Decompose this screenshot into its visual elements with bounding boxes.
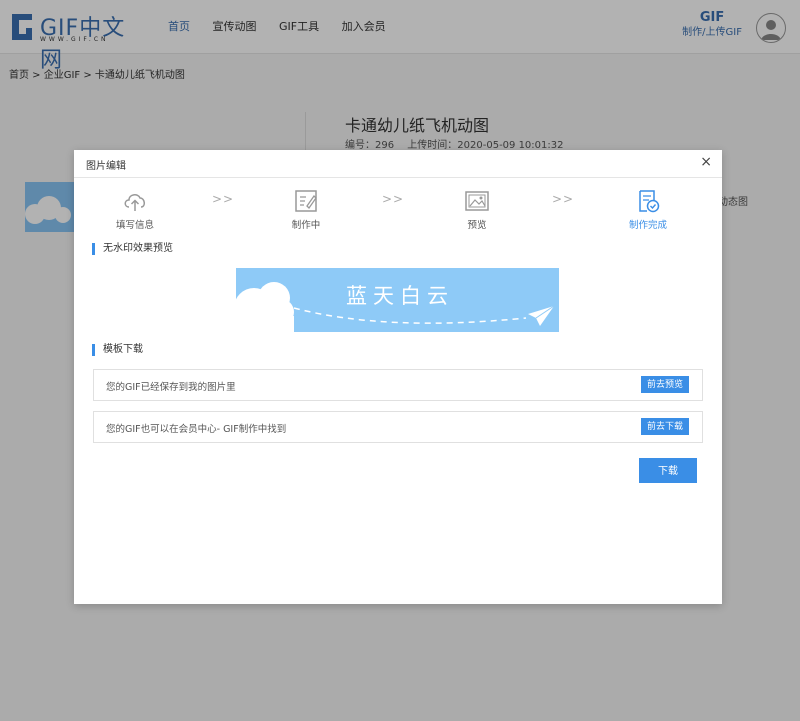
step-complete: 制作完成: [613, 188, 683, 231]
step-preview: 预览: [442, 188, 512, 231]
download-button[interactable]: 下载: [639, 458, 697, 483]
close-icon[interactable]: ×: [700, 154, 712, 170]
modal-header: 图片编辑 ×: [74, 150, 722, 178]
step-arrow: >>: [552, 192, 575, 206]
step-arrow: >>: [382, 192, 405, 206]
step-label: 预览: [467, 220, 487, 231]
modal-title: 图片编辑: [86, 161, 126, 172]
banner-text: 蓝天白云: [346, 284, 454, 308]
step-arrow: >>: [212, 192, 235, 206]
member-center-row: 您的GIF也可以在会员中心- GIF制作中找到 前去下载: [93, 411, 703, 443]
step-producing: 制作中: [271, 188, 341, 231]
saved-notice-text: 您的GIF已经保存到我的图片里: [106, 382, 236, 393]
saved-notice-row: 您的GIF已经保存到我的图片里 前去预览: [93, 369, 703, 401]
check-doc-icon: [639, 190, 660, 213]
download-section-title: 模板下载: [92, 344, 143, 356]
image-icon: [465, 191, 489, 211]
step-fill-info: 填写信息: [100, 188, 170, 231]
image-edit-modal: 图片编辑 × 填写信息 >> 制作中 >> 预览 >> 制作完成 无水印效果预览…: [74, 150, 722, 604]
progress-steps: 填写信息 >> 制作中 >> 预览 >> 制作完成: [74, 178, 722, 238]
cloud-upload-icon: [124, 194, 145, 211]
preview-section-title: 无水印效果预览: [92, 243, 173, 255]
member-center-text: 您的GIF也可以在会员中心- GIF制作中找到: [106, 424, 287, 435]
step-label: 制作完成: [628, 220, 667, 231]
go-download-button[interactable]: 前去下载: [640, 418, 689, 435]
step-label: 制作中: [291, 220, 321, 231]
gif-preview-banner: 蓝天白云: [236, 268, 559, 332]
edit-icon: [295, 190, 317, 212]
go-preview-button[interactable]: 前去预览: [640, 376, 689, 393]
step-label: 填写信息: [115, 220, 154, 231]
